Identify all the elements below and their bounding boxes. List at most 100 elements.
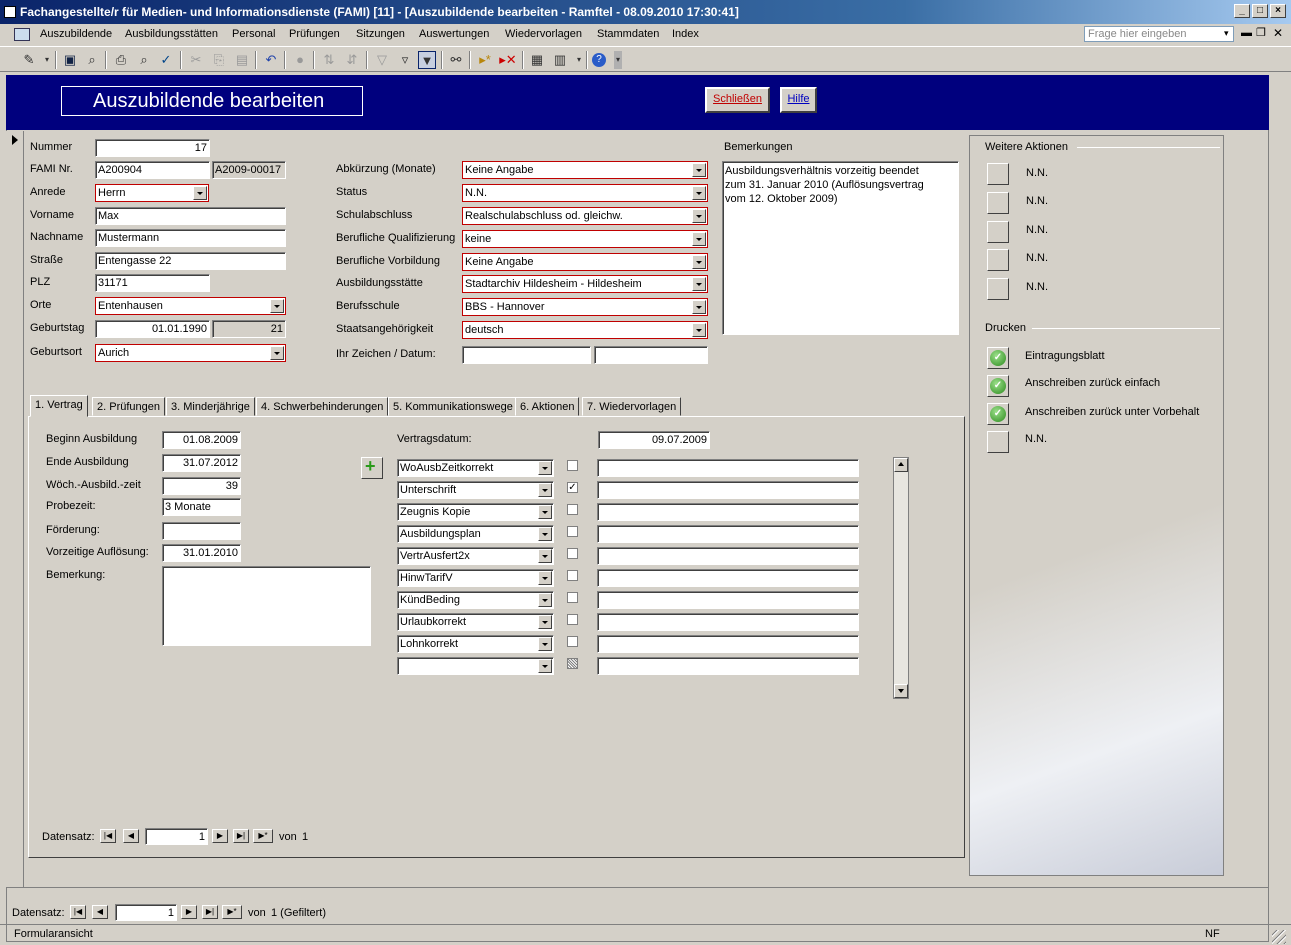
doc-note-field[interactable] — [597, 635, 859, 653]
hyperlink-icon[interactable]: ● — [291, 51, 309, 69]
new-record-button[interactable]: ▶* — [253, 829, 273, 843]
chevron-down-icon[interactable] — [692, 232, 706, 246]
print-preview-icon[interactable]: ⌕ — [135, 51, 153, 69]
action-button-3[interactable] — [987, 221, 1009, 243]
help-search-input[interactable]: Frage hier eingeben — [1084, 26, 1234, 42]
vorname-field[interactable]: Max — [95, 207, 286, 225]
zeichen-field[interactable] — [462, 346, 591, 364]
doc-checkbox[interactable] — [567, 526, 578, 537]
prev-record-button[interactable]: ◀ — [123, 829, 139, 843]
first-record-button[interactable]: |◀ — [100, 829, 116, 843]
print-anschreiben-einfach-button[interactable]: ✓ — [987, 375, 1009, 397]
doc-note-field[interactable] — [597, 591, 859, 609]
chevron-down-icon[interactable] — [692, 186, 706, 200]
close-window-button[interactable]: × — [1270, 4, 1286, 18]
search-file-icon[interactable]: ⌕ — [83, 51, 101, 69]
spelling-icon[interactable]: ✓ — [157, 51, 175, 69]
menu-stammdaten[interactable]: Stammdaten — [597, 28, 659, 40]
database-window-icon[interactable]: ▦ — [528, 51, 546, 69]
doc-note-field[interactable] — [597, 481, 859, 499]
doc-note-field[interactable] — [597, 657, 859, 675]
doc-checkbox[interactable] — [567, 460, 578, 471]
doc-combo[interactable]: Unterschrift — [397, 481, 554, 499]
chevron-down-icon[interactable] — [538, 637, 552, 651]
chevron-down-icon[interactable] — [270, 346, 284, 360]
view-dropdown-icon[interactable]: ▾ — [38, 51, 56, 69]
doc-minimize-icon[interactable]: ▬ — [1241, 27, 1252, 39]
doc-checkbox[interactable] — [567, 636, 578, 647]
minimize-button[interactable]: _ — [1234, 4, 1250, 18]
doc-combo[interactable]: VertrAusfert2x — [397, 547, 554, 565]
doc-restore-icon[interactable]: ❐ — [1256, 26, 1266, 39]
chevron-down-icon[interactable] — [538, 571, 552, 585]
print-nn-button[interactable] — [987, 431, 1009, 453]
bem-field[interactable] — [162, 566, 371, 646]
vorb-combo[interactable]: Keine Angabe — [462, 253, 708, 271]
chevron-down-icon[interactable] — [692, 300, 706, 314]
plz-field[interactable]: 31171 — [95, 274, 210, 292]
next-record-button[interactable]: ▶ — [212, 829, 228, 843]
doc-checkbox[interactable]: ✓ — [567, 482, 578, 493]
doc-checkbox[interactable] — [567, 592, 578, 603]
print-anschreiben-vorbehalt-button[interactable]: ✓ — [987, 403, 1009, 425]
sort-ascending-icon[interactable]: ⇅ — [320, 51, 338, 69]
new-record-button[interactable]: ▶* — [222, 905, 242, 919]
staette-combo[interactable]: Stadtarchiv Hildesheim - Hildesheim — [462, 275, 708, 293]
anrede-combo[interactable]: Herrn — [95, 184, 209, 202]
geburtsort-combo[interactable]: Aurich — [95, 344, 286, 362]
chevron-down-icon[interactable] — [270, 299, 284, 313]
vdatum-field[interactable]: 09.07.2009 — [598, 431, 710, 449]
new-object-icon[interactable]: ▥ — [551, 51, 569, 69]
action-button-1[interactable] — [987, 163, 1009, 185]
menu-sitzungen[interactable]: Sitzungen — [356, 28, 405, 40]
probe-field[interactable]: 3 Monate — [162, 498, 241, 516]
resize-grip-icon[interactable] — [1272, 930, 1286, 944]
chevron-down-icon[interactable] — [538, 483, 552, 497]
action-button-5[interactable] — [987, 278, 1009, 300]
menu-wiedervorlagen[interactable]: Wiedervorlagen — [505, 28, 582, 40]
doc-combo[interactable]: KündBeding — [397, 591, 554, 609]
ende-field[interactable]: 31.07.2012 — [162, 454, 241, 472]
doc-combo[interactable]: WoAusbZeitkorrekt — [397, 459, 554, 477]
bemerkungen-field[interactable]: Ausbildungsverhältnis vorzeitig beendet … — [722, 161, 959, 335]
orte-combo[interactable]: Entenhausen — [95, 297, 286, 315]
first-record-button[interactable]: |◀ — [70, 905, 86, 919]
status-combo[interactable]: N.N. — [462, 184, 708, 202]
doc-combo[interactable]: Zeugnis Kopie — [397, 503, 554, 521]
chevron-down-icon[interactable] — [538, 505, 552, 519]
abk-combo[interactable]: Keine Angabe — [462, 161, 708, 179]
help-button[interactable]: Hilfe — [780, 87, 817, 113]
menu-ausbildungsstaetten[interactable]: Ausbildungsstätten — [125, 28, 218, 40]
strasse-field[interactable]: Entengasse 22 — [95, 252, 286, 270]
chevron-down-icon[interactable] — [692, 255, 706, 269]
doc-note-field[interactable] — [597, 547, 859, 565]
tab-pruefungen[interactable]: 2. Prüfungen — [92, 397, 165, 416]
chevron-down-icon[interactable] — [538, 549, 552, 563]
tab-schwerbehinderungen[interactable]: 4. Schwerbehinderungen — [256, 397, 389, 416]
tab-vertrag[interactable]: 1. Vertrag — [30, 395, 88, 417]
scroll-down-icon[interactable] — [894, 684, 908, 698]
menu-auszubildende[interactable]: Auszubildende — [40, 28, 112, 40]
toggle-filter-icon[interactable]: ▼ — [418, 51, 436, 69]
filter-selection-icon[interactable]: ▽ — [373, 51, 391, 69]
copy-icon[interactable]: ⎘ — [210, 51, 228, 69]
doc-checkbox[interactable] — [567, 614, 578, 625]
print-icon[interactable]: ⎙ — [112, 51, 130, 69]
doc-close-icon[interactable]: ✕ — [1273, 26, 1283, 40]
doc-combo[interactable]: Ausbildungsplan — [397, 525, 554, 543]
record-selector[interactable] — [6, 131, 24, 888]
new-record-icon[interactable]: ▸* — [476, 51, 494, 69]
chevron-down-icon[interactable] — [538, 461, 552, 475]
prev-record-button[interactable]: ◀ — [92, 905, 108, 919]
qual-combo[interactable]: keine — [462, 230, 708, 248]
menu-auswertungen[interactable]: Auswertungen — [419, 28, 489, 40]
doc-combo[interactable] — [397, 657, 554, 675]
main-record-number[interactable]: 1 — [115, 904, 177, 921]
save-icon[interactable]: ▣ — [61, 51, 79, 69]
sort-descending-icon[interactable]: ⇵ — [343, 51, 361, 69]
action-button-4[interactable] — [987, 249, 1009, 271]
doc-note-field[interactable] — [597, 459, 859, 477]
doc-checkbox[interactable] — [567, 548, 578, 559]
staat-combo[interactable]: deutsch — [462, 321, 708, 339]
close-form-button[interactable]: Schließen — [705, 87, 770, 113]
